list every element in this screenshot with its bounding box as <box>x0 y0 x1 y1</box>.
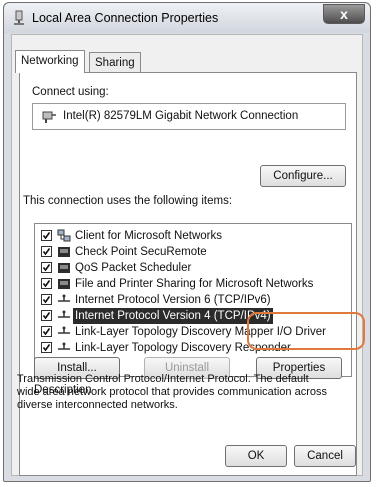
protocol-icon <box>58 326 70 334</box>
items-label: This connection uses the following items… <box>23 195 233 207</box>
item-checkbox[interactable] <box>41 278 52 289</box>
item-label: Internet Protocol Version 4 (TCP/IPv4) <box>73 308 273 324</box>
checkmark-icon <box>42 296 51 304</box>
network-adapter-icon <box>42 111 56 123</box>
window-title: Local Area Connection Properties <box>32 11 219 25</box>
item-label: File and Printer Sharing for Microsoft N… <box>75 278 314 290</box>
item-checkbox[interactable] <box>41 294 52 305</box>
network-adapter-icon <box>14 10 24 25</box>
title-bar[interactable]: Local Area Connection Properties x <box>4 3 370 33</box>
checkmark-icon <box>42 232 51 240</box>
checkmark-icon <box>42 264 51 272</box>
checkmark-icon <box>42 248 51 256</box>
protocol-icon <box>58 342 70 350</box>
list-item[interactable]: Client for Microsoft Networks <box>35 228 351 244</box>
adapter-field: Intel(R) 82579LM Gigabit Network Connect… <box>32 103 346 130</box>
configure-button[interactable]: Configure... <box>260 165 346 187</box>
checkmark-icon <box>42 344 51 352</box>
item-checkbox[interactable] <box>41 246 52 257</box>
close-button[interactable]: x <box>323 4 365 24</box>
checkmark-icon <box>42 280 51 288</box>
network-client-icon <box>57 229 71 242</box>
networking-panel: Connect using: Intel(R) 82579LM Gigabit … <box>19 72 357 476</box>
network-service-icon <box>58 263 70 273</box>
ok-button[interactable]: OK <box>225 445 287 467</box>
checkmark-icon <box>42 312 51 320</box>
item-checkbox[interactable] <box>41 310 52 321</box>
network-service-icon <box>58 279 70 289</box>
item-checkbox[interactable] <box>41 230 52 241</box>
list-item[interactable]: QoS Packet Scheduler <box>35 260 351 276</box>
item-label: QoS Packet Scheduler <box>75 262 192 274</box>
item-checkbox[interactable] <box>41 262 52 273</box>
components-list[interactable]: Client for Microsoft Networks Check Poin… <box>34 223 352 377</box>
adapter-name: Intel(R) 82579LM Gigabit Network Connect… <box>63 110 299 122</box>
checkmark-icon <box>42 328 51 336</box>
network-service-icon <box>58 247 70 257</box>
protocol-icon <box>58 294 70 302</box>
list-item[interactable]: Check Point SecuRemote <box>35 244 351 260</box>
tab-networking[interactable]: Networking <box>15 50 85 73</box>
tab-sharing[interactable]: Sharing <box>89 52 141 73</box>
item-checkbox[interactable] <box>41 342 52 353</box>
list-item[interactable]: Internet Protocol Version 6 (TCP/IPv6) <box>35 292 351 308</box>
item-label: Client for Microsoft Networks <box>75 230 222 242</box>
properties-highlight-ring <box>247 312 365 350</box>
list-item[interactable]: File and Printer Sharing for Microsoft N… <box>35 276 351 292</box>
connect-using-label: Connect using: <box>32 86 109 98</box>
protocol-icon <box>58 310 70 318</box>
item-label: Internet Protocol Version 6 (TCP/IPv6) <box>75 294 271 306</box>
item-checkbox[interactable] <box>41 326 52 337</box>
cancel-button[interactable]: Cancel <box>294 445 356 467</box>
description-text: Transmission Control Protocol/Internet P… <box>17 373 327 411</box>
item-label: Check Point SecuRemote <box>75 246 207 258</box>
